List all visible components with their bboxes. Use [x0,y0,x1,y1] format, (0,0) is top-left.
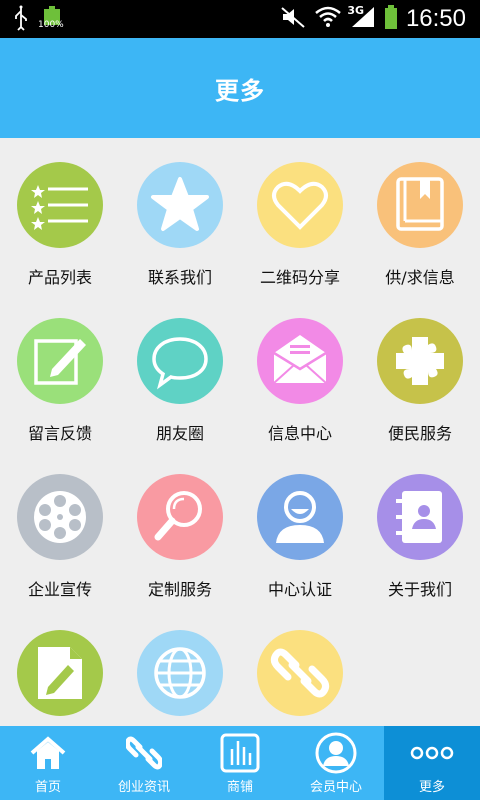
grid-item-moments[interactable]: 朋友圈 [120,294,240,450]
grid-item-label: 供/求信息 [385,268,455,287]
heart-icon [257,162,343,248]
grid-item-product-list[interactable]: 产品列表 [0,138,120,294]
document-edit-icon [17,630,103,716]
tab-home[interactable]: 首页 [0,726,96,800]
magnifier-icon [137,474,223,560]
battery-percent: 100% [38,20,64,30]
tab-label: 更多 [418,780,445,795]
user-icon [288,732,384,774]
feature-grid: 产品列表 联系我们 二维码分享 供/求信息 留言反馈 朋友圈 信息中心 便民服务… [0,138,480,726]
battery-icon [384,4,398,34]
grid-item-supply-demand[interactable]: 供/求信息 [360,138,480,294]
envelope-icon [257,318,343,404]
tab-more[interactable]: 更多 [384,726,480,800]
grid-item-feedback[interactable]: 留言反馈 [0,294,120,450]
link-icon [96,732,192,774]
usb-icon [14,5,28,35]
status-bar: 100% 3G 16:50 [0,0,480,38]
grid-item-message-center[interactable]: 信息中心 [240,294,360,450]
grid-item-label: 便民服务 [387,424,452,443]
clock: 16:50 [405,5,466,32]
page-title: 更多 [215,76,265,105]
grid-item-about-us[interactable]: 关于我们 [360,450,480,606]
grid-item-label: 信息中心 [267,424,332,443]
star-icon [137,162,223,248]
chat-bubble-icon [137,318,223,404]
grid-item-label: 中心认证 [267,580,332,599]
grid-item-label: 朋友圈 [155,424,204,443]
chart-icon [192,732,288,774]
more-dots-icon [384,732,480,774]
grid-item-label: 留言反馈 [27,424,92,443]
grid-item-label: 定制服务 [147,580,212,599]
tab-member-center[interactable]: 会员中心 [288,726,384,800]
tab-startup-news[interactable]: 创业资讯 [96,726,192,800]
tab-label: 商铺 [226,780,253,795]
grid-item-label: 二维码分享 [259,268,340,287]
tab-label: 首页 [34,780,61,795]
home-icon [0,732,96,774]
globe-icon [137,630,223,716]
bottom-tab-bar: 首页 创业资讯 商铺 会员中心 更多 [0,726,480,800]
mute-icon [280,5,306,33]
film-reel-icon [17,474,103,560]
grid-item-contact-us[interactable]: 联系我们 [120,138,240,294]
wifi-icon [314,5,342,33]
puzzle-icon [377,318,463,404]
grid-item-qr-share[interactable]: 二维码分享 [240,138,360,294]
grid-item-company-promo[interactable]: 企业宣传 [0,450,120,606]
grid-item-label: 联系我们 [147,268,212,287]
book-icon [377,162,463,248]
user-icon [257,474,343,560]
list-icon [17,162,103,248]
grid-item-label: 产品列表 [27,268,92,287]
link-icon [257,630,343,716]
edit-icon [17,318,103,404]
grid-item-document[interactable] [0,606,120,726]
grid-item-links[interactable] [240,606,360,726]
tab-label: 创业资讯 [117,780,170,795]
grid-item-certification-center[interactable]: 中心认证 [240,450,360,606]
tab-label: 会员中心 [309,780,362,795]
tab-shop[interactable]: 商铺 [192,726,288,800]
grid-item-convenience-service[interactable]: 便民服务 [360,294,480,450]
header: 更多 [0,38,480,138]
grid-item-label: 关于我们 [387,580,452,599]
contact-book-icon [377,474,463,560]
grid-item-label: 企业宣传 [27,580,92,599]
signal-icon [350,5,376,33]
grid-item-web[interactable] [120,606,240,726]
grid-item-custom-service[interactable]: 定制服务 [120,450,240,606]
